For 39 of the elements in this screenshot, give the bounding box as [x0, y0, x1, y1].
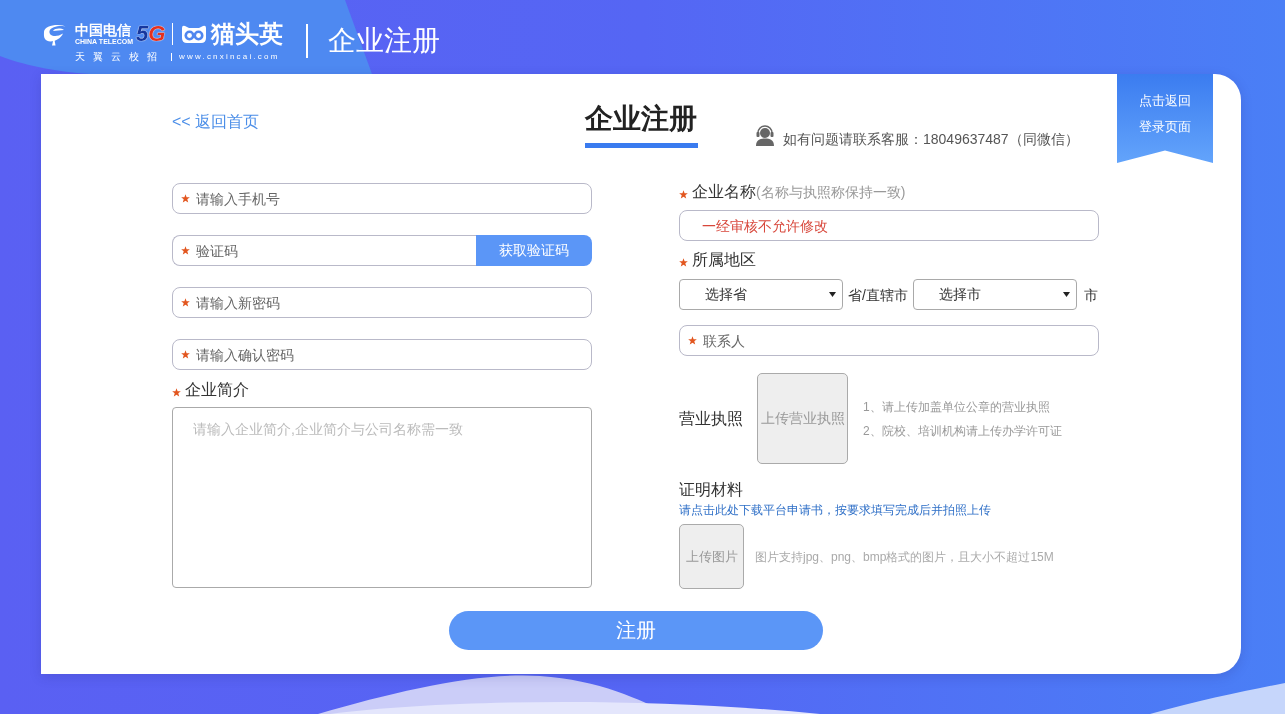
page-title: 企业注册: [585, 104, 697, 134]
field-label: 企业名称: [692, 182, 756, 202]
input-field[interactable]: 请输入确认密码: [172, 339, 592, 370]
input-field[interactable]: 联系人: [679, 325, 1099, 356]
caret-icon: [1062, 292, 1070, 297]
get-code-button[interactable]: 获取验证码: [476, 235, 592, 266]
brand-name: 中国电信: [75, 22, 132, 38]
dropdown[interactable]: 选择省: [679, 279, 843, 310]
input-field[interactable]: 请输入手机号: [172, 183, 592, 214]
upload-button[interactable]: 上传营业执照: [757, 373, 848, 464]
register-button[interactable]: 注册: [448, 611, 823, 650]
support-contact-text: 如有问题请联系客服：18049637487（同微信）: [783, 130, 1079, 148]
input-field[interactable]: 一经审核不允许修改: [679, 210, 1099, 241]
site-url: www.cnxincai.com: [179, 52, 280, 62]
header-title: 企业注册: [328, 24, 441, 58]
back-to-login-ribbon[interactable]: 点击返回登录页面: [1117, 74, 1213, 163]
back-home-link[interactable]: << 返回首页: [172, 112, 260, 132]
field-label: 企业简介: [185, 380, 249, 400]
input-field[interactable]: 验证码: [172, 235, 476, 266]
unit-label: 省/直辖市: [848, 285, 908, 304]
field-label: 证明材料: [679, 480, 743, 500]
upload-note: 1、请上传加盖单位公章的营业执照: [863, 398, 1051, 416]
upload-note: 图片支持jpg、png、bmp格式的图片，且大小不超过15M: [755, 548, 1054, 566]
input-field[interactable]: 请输入新密码: [172, 287, 592, 318]
person-headset-icon: [755, 124, 775, 146]
text-area[interactable]: 请输入企业简介,企业简介与公司名称需一致: [172, 407, 592, 588]
field-label: 所属地区: [692, 250, 756, 270]
eyes-logo-icon: [180, 24, 209, 44]
upload-note: 2、院校、培训机构请上传办学许可证: [863, 422, 1062, 440]
field-hint: (名称与执照称保持一致): [756, 183, 906, 202]
dropdown[interactable]: 选择市: [912, 279, 1077, 310]
network-logo-text: 5G: [136, 22, 166, 46]
unit-label: 市: [1083, 285, 1098, 304]
download-link[interactable]: 请点击此处下载平台申请书，按要求填写完成后并拍照上传: [679, 502, 991, 518]
caret-icon: [829, 292, 836, 297]
slogan-text: 天翼云校招: [75, 52, 165, 62]
field-label: 营业执照: [679, 408, 743, 429]
site-name: 猫头英: [211, 20, 284, 48]
upload-button[interactable]: 上传图片: [679, 524, 744, 589]
